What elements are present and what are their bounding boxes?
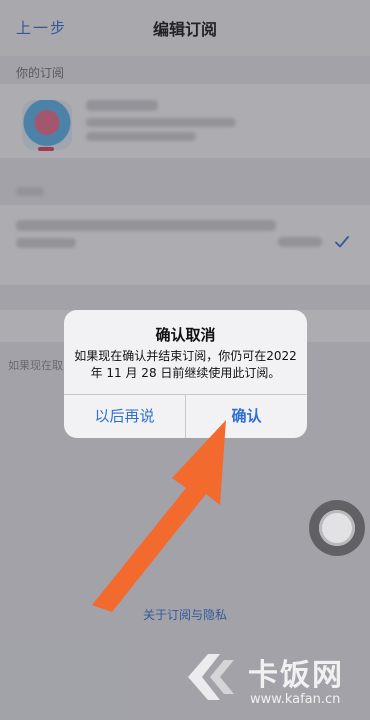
watermark-logo-icon [188,654,234,700]
arrow-annotation [92,420,226,612]
watermark-url: www.kafan.cn [250,692,341,707]
watermark-brand: 卡饭网 [248,658,344,693]
